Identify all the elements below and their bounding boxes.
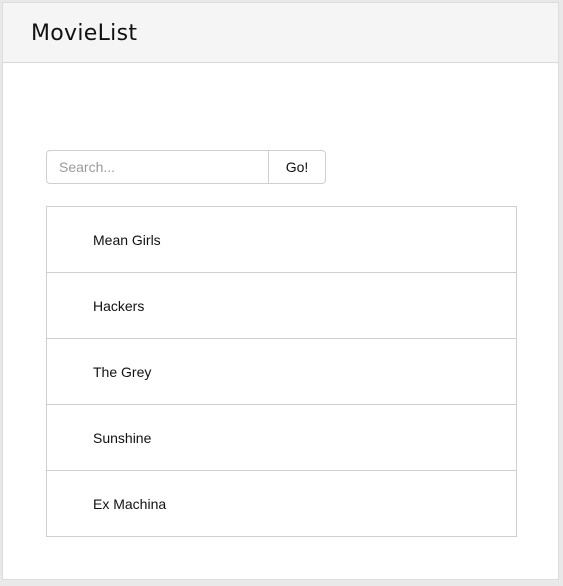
go-button[interactable]: Go! — [269, 150, 326, 184]
list-item[interactable]: Hackers — [47, 272, 516, 338]
search-bar: Go! — [46, 150, 326, 184]
list-item[interactable]: Mean Girls — [47, 207, 516, 272]
app-window: MovieList Go! Mean Girls Hackers The Gre… — [2, 2, 559, 580]
movie-title: Hackers — [93, 297, 145, 314]
search-input[interactable] — [46, 150, 269, 184]
brand-title[interactable]: MovieList — [31, 21, 137, 46]
movie-title: Mean Girls — [93, 231, 161, 248]
movie-title: Sunshine — [93, 429, 152, 446]
list-item[interactable]: The Grey — [47, 338, 516, 404]
list-item[interactable]: Sunshine — [47, 404, 516, 470]
movie-list: Mean Girls Hackers The Grey Sunshine Ex … — [46, 206, 517, 537]
movie-title: Ex Machina — [93, 495, 167, 512]
movie-title: The Grey — [93, 363, 152, 380]
list-item[interactable]: Ex Machina — [47, 470, 516, 536]
navbar: MovieList — [3, 3, 558, 63]
